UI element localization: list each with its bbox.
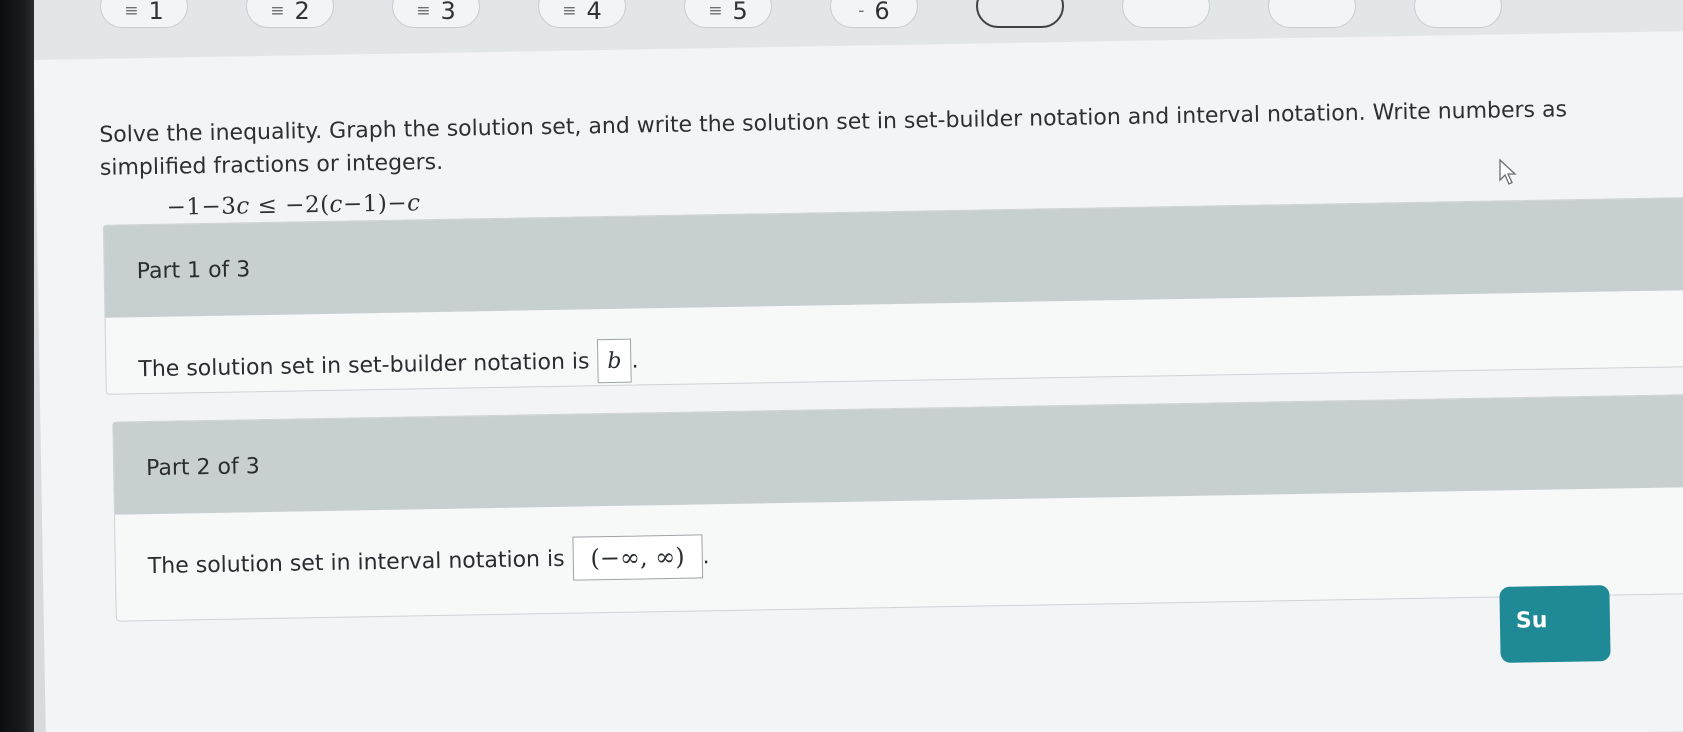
list-icon: - [858, 1, 865, 21]
question-number: 1 [148, 0, 164, 25]
part-1-panel: Part 1 of 3 The solution set in set-buil… [102, 196, 1683, 395]
inequality-part: −1)− [342, 190, 408, 218]
question-card: Solve the inequality. Graph the solution… [34, 30, 1683, 732]
list-icon: ≡ [270, 1, 285, 21]
list-icon: ≡ [416, 1, 431, 21]
interval-answer-box[interactable]: (−∞, ∞) [572, 534, 703, 581]
question-number: 5 [732, 0, 748, 25]
question-nav-list: ≡ 1 ≡ 2 ≡ 3 ≡ 4 ≡ 5 -6 [100, 0, 1502, 28]
part-1-prompt: The solution set in set-builder notation… [138, 348, 590, 382]
part-1-suffix: . [631, 347, 639, 374]
problem-instructions: Solve the inequality. Graph the solution… [99, 97, 1568, 181]
submit-button[interactable]: Su [1499, 585, 1611, 663]
part-2-panel: Part 2 of 3 The solution set in interval… [112, 393, 1683, 622]
variable-c: c [406, 190, 421, 217]
inequality-expression: −1−3c ≤ −2(c−1)−c [166, 190, 420, 220]
question-button-10[interactable] [1414, 0, 1502, 28]
question-button-6[interactable]: -6 [830, 0, 918, 28]
list-icon: ≡ [562, 1, 577, 21]
question-number: 6 [874, 0, 890, 25]
question-button-3[interactable]: ≡ 3 [392, 0, 480, 28]
question-button-2[interactable]: ≡ 2 [246, 0, 334, 28]
part-2-prompt: The solution set in interval notation is [147, 546, 565, 579]
question-button-1[interactable]: ≡ 1 [100, 0, 188, 28]
question-button-8[interactable] [1122, 0, 1210, 28]
mouse-cursor-icon [1499, 158, 1517, 185]
variable-c: c [329, 191, 344, 218]
inequality-part: −1−3 [166, 193, 237, 221]
set-builder-answer: b [607, 348, 622, 374]
part-2-suffix: . [702, 543, 710, 569]
question-button-4[interactable]: ≡ 4 [538, 0, 626, 28]
question-number: 3 [440, 0, 456, 25]
interval-answer: (−∞, ∞) [590, 542, 685, 573]
screen-bezel [0, 0, 34, 732]
question-button-5[interactable]: ≡ 5 [684, 0, 772, 28]
question-button-current[interactable] [976, 0, 1064, 28]
set-builder-answer-box[interactable]: b [597, 338, 632, 384]
inequality-part: ≤ −2( [249, 191, 330, 220]
question-number: 4 [586, 0, 602, 25]
question-button-9[interactable] [1268, 0, 1356, 28]
question-number: 2 [294, 0, 310, 25]
list-icon: ≡ [124, 1, 139, 21]
list-icon: ≡ [708, 1, 723, 21]
variable-c: c [236, 193, 251, 220]
